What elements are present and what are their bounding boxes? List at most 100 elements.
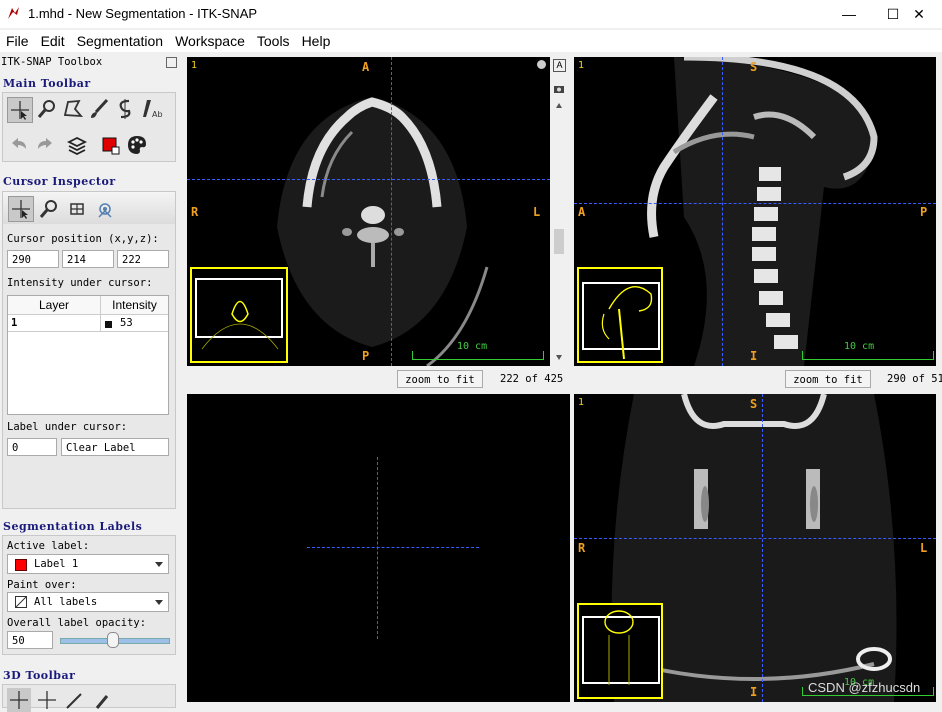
- redo-icon[interactable]: [33, 133, 57, 157]
- menu-help[interactable]: Help: [296, 30, 337, 52]
- paint-over-label: Paint over:: [7, 579, 77, 591]
- layers-icon[interactable]: [65, 133, 89, 157]
- intensity-table: Layer Intensity 1 53: [7, 295, 169, 415]
- label-color-icon[interactable]: [99, 133, 123, 157]
- chevron-down-icon: [155, 600, 163, 605]
- sagittal-thumbnail[interactable]: [577, 267, 663, 363]
- 3d-scalpel-icon[interactable]: [63, 688, 87, 712]
- 3d-crosshair-icon[interactable]: [35, 688, 59, 712]
- toolbox-title: ITK-SNAP Toolbox: [1, 56, 103, 68]
- active-label-select[interactable]: Label 1: [7, 554, 169, 574]
- menu-workspace[interactable]: Workspace: [169, 30, 251, 52]
- sagittal-orient-bottom: I: [750, 349, 758, 363]
- axial-thumbnail-image: [201, 300, 279, 350]
- column-header-intensity[interactable]: Intensity: [101, 296, 168, 315]
- coronal-thumbnail-image: [604, 610, 634, 685]
- 3d-toolbar-panel: [2, 684, 176, 712]
- label-under-cursor-label: Label under cursor:: [7, 421, 128, 433]
- sagittal-view[interactable]: 1 S I A P 10 cm: [574, 57, 936, 366]
- polygon-tool-icon[interactable]: [61, 97, 85, 121]
- row-bottom-line: [8, 331, 168, 332]
- camera-icon[interactable]: [553, 83, 565, 95]
- column-header-layer[interactable]: Layer: [8, 296, 101, 315]
- axial-scale-bar: [412, 351, 544, 360]
- label-color-swatch-icon: [15, 559, 27, 571]
- sagittal-orient-right: P: [920, 205, 928, 219]
- cursor-y-field[interactable]: 214: [62, 250, 114, 268]
- close-button[interactable]: ✕: [896, 0, 942, 28]
- cursor-inspector-panel: Cursor position (x,y,z): 290 214 222 Int…: [2, 191, 176, 509]
- 3d-view[interactable]: [187, 394, 570, 702]
- inspector-sync-icon[interactable]: [93, 197, 117, 221]
- opacity-label: Overall label opacity:: [7, 617, 147, 629]
- sagittal-side-toolbar: [938, 57, 942, 366]
- slice-scroll-thumb[interactable]: [554, 229, 564, 254]
- opacity-field[interactable]: 50: [7, 631, 53, 649]
- 3d-toolbar-title: 3D Toolbar: [3, 669, 76, 682]
- menu-edit[interactable]: Edit: [35, 30, 71, 52]
- label-name-field[interactable]: Clear Label: [61, 438, 169, 456]
- coronal-view[interactable]: 1 S I R L 10 cm: [574, 394, 936, 702]
- menu-segmentation[interactable]: Segmentation: [71, 30, 169, 52]
- opacity-slider-handle[interactable]: [107, 632, 119, 648]
- menu-bar: File Edit Segmentation Workspace Tools Help: [0, 30, 942, 52]
- annotation-tool-icon[interactable]: Ab: [141, 97, 165, 121]
- paint-over-select[interactable]: All labels: [7, 592, 169, 612]
- zoom-tool-icon[interactable]: [35, 97, 59, 121]
- sagittal-crosshair-vertical: [722, 57, 723, 366]
- table-row-intensity: 53: [120, 317, 133, 329]
- label-value-field[interactable]: 0: [7, 438, 57, 456]
- window-title: 1.mhd - New Segmentation - ITK-SNAP: [28, 6, 258, 21]
- coronal-side-toolbar: [938, 394, 942, 702]
- coronal-thumbnail[interactable]: [577, 603, 663, 699]
- inspector-crosshair-icon[interactable]: [8, 196, 34, 222]
- crosshair-tool-icon[interactable]: [7, 97, 33, 123]
- coronal-orient-right: L: [920, 541, 928, 555]
- 3d-crosshair-vertical: [377, 457, 378, 639]
- segmentation-labels-title: Segmentation Labels: [3, 520, 143, 533]
- paint-over-value: All labels: [34, 596, 98, 608]
- snake-tool-icon[interactable]: [113, 97, 137, 121]
- watermark: CSDN @zfzhucsdn: [808, 680, 921, 695]
- coronal-layer-number: 1: [578, 397, 585, 408]
- axial-view[interactable]: 1 A P R L 10 cm: [187, 57, 550, 366]
- inspector-grid-icon[interactable]: [65, 197, 89, 221]
- table-row-layer[interactable]: 1: [11, 317, 17, 329]
- 3d-trackball-icon[interactable]: [7, 688, 31, 712]
- itk-snap-logo-icon: [8, 7, 19, 19]
- sagittal-scale-label: 10 cm: [844, 341, 875, 352]
- minimize-button[interactable]: —: [826, 0, 872, 28]
- chevron-down-icon: [155, 562, 163, 567]
- sagittal-scale-bar: [802, 351, 934, 360]
- coronal-orient-top: S: [750, 397, 758, 411]
- sagittal-orient-left: A: [578, 205, 586, 219]
- sagittal-thumbnail-image: [601, 286, 653, 360]
- undo-icon[interactable]: [7, 133, 31, 157]
- coronal-crosshair-horizontal: [574, 538, 936, 539]
- scroll-down-icon[interactable]: [556, 355, 562, 360]
- scroll-up-icon[interactable]: [556, 103, 562, 108]
- cursor-z-field[interactable]: 222: [117, 250, 169, 268]
- annotation-toggle-icon[interactable]: A: [553, 59, 566, 72]
- axial-zoom-to-fit-button[interactable]: zoom to fit: [397, 370, 483, 388]
- cursor-x-field[interactable]: 290: [7, 250, 59, 268]
- axial-crosshair-vertical: [391, 57, 392, 366]
- menu-tools[interactable]: Tools: [251, 30, 296, 52]
- intensity-swatch-icon: [105, 321, 112, 328]
- active-label-value: Label 1: [34, 558, 79, 570]
- view-menu-icon[interactable]: [537, 60, 546, 69]
- palette-icon[interactable]: [125, 133, 149, 157]
- sagittal-zoom-to-fit-button[interactable]: zoom to fit: [785, 370, 871, 388]
- menu-file[interactable]: File: [0, 30, 35, 52]
- active-label-label: Active label:: [7, 540, 90, 552]
- axial-orient-top: A: [362, 60, 370, 74]
- inspector-zoom-icon[interactable]: [37, 197, 61, 221]
- undock-icon[interactable]: [166, 57, 177, 68]
- row-divider: [100, 315, 101, 331]
- axial-layer-number: 1: [191, 60, 198, 71]
- cursor-position-label: Cursor position (x,y,z):: [7, 233, 159, 245]
- paintbrush-tool-icon[interactable]: [87, 97, 111, 121]
- 3d-spray-icon[interactable]: [91, 688, 115, 712]
- axial-thumbnail[interactable]: [190, 267, 288, 363]
- toolbox-sidebar: ITK-SNAP Toolbox Main Toolbar Ab Cursor …: [0, 54, 184, 712]
